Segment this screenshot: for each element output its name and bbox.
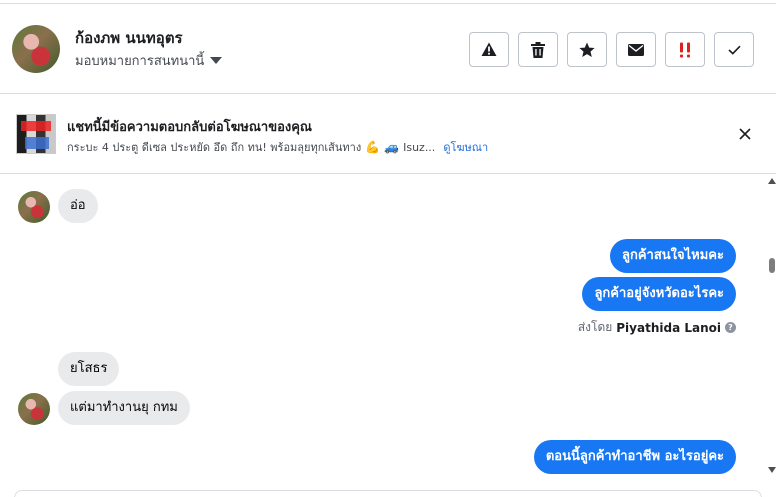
ad-description-tail: Isuz... — [403, 140, 436, 154]
message-scrollbar[interactable] — [768, 178, 776, 478]
outgoing-message[interactable]: ลูกค้าอยู่จังหวัดอะไรคะ — [582, 277, 736, 311]
ad-thumbnail[interactable] — [16, 114, 56, 154]
scroll-down-arrow-icon[interactable] — [768, 467, 776, 473]
outgoing-message[interactable]: ลูกค้าสนใจไหมคะ — [610, 239, 736, 273]
caret-down-icon — [210, 57, 223, 64]
scroll-thumb[interactable] — [769, 258, 775, 273]
conversation-actions — [469, 32, 754, 67]
scroll-up-arrow-icon[interactable] — [768, 178, 776, 184]
close-icon — [739, 128, 751, 140]
incoming-message[interactable]: ยโสธร — [58, 352, 120, 386]
help-icon[interactable]: ? — [725, 322, 736, 333]
ad-description: กระบะ 4 ประตู ดีเซล ประหยัด อึด ถึก ทน! … — [67, 141, 362, 154]
envelope-icon — [628, 43, 644, 56]
report-spam-button[interactable] — [469, 32, 509, 67]
outgoing-message[interactable]: ตอนนี้ลูกค้าทำอาชีพ อะไรอยู่คะ — [533, 440, 736, 474]
conversation-header: ก้องภพ นนทอุตร มอบหมายการสนทนานี้ — [0, 4, 776, 94]
ad-banner-title: แชทนี้มีข้อความตอบกลับต่อโฆษณาของคุณ — [67, 120, 312, 135]
check-icon — [727, 45, 741, 55]
car-icon: 🚙 — [384, 140, 400, 154]
contact-message-avatar[interactable] — [18, 191, 50, 223]
close-banner-button[interactable] — [735, 124, 755, 144]
contact-message-avatar[interactable] — [18, 393, 50, 425]
view-ad-link[interactable]: ดูโฆษณา — [443, 138, 488, 156]
star-icon — [579, 42, 595, 57]
incoming-message[interactable]: แต่มาทำงานยุ กทม — [58, 391, 190, 425]
ad-banner-subtitle: กระบะ 4 ประตู ดีเซล ประหยัด อึด ถึก ทน! … — [67, 138, 488, 156]
incoming-message[interactable]: อ่อ — [58, 189, 98, 223]
message-composer[interactable] — [14, 490, 762, 497]
mark-unread-button[interactable] — [616, 32, 656, 67]
sent-by-agent: Piyathida Lanoi — [616, 320, 721, 335]
contact-name[interactable]: ก้องภพ นนทอุตร — [75, 26, 183, 50]
assign-conversation-dropdown[interactable]: มอบหมายการสนทนานี้ — [75, 50, 223, 71]
sent-by-prefix: ส่งโดย — [577, 320, 613, 334]
follow-up-button[interactable] — [665, 32, 705, 67]
double-exclamation-icon — [680, 42, 690, 57]
star-button[interactable] — [567, 32, 607, 67]
warning-icon — [481, 42, 497, 56]
assign-label: มอบหมายการสนทนานี้ — [75, 54, 205, 69]
contact-avatar[interactable] — [12, 25, 60, 73]
flexed-biceps-icon: 💪 — [365, 140, 381, 154]
delete-button[interactable] — [518, 32, 558, 67]
trash-icon — [531, 41, 545, 58]
sent-by-label: ส่งโดย Piyathida Lanoi ? — [578, 318, 736, 337]
mark-done-button[interactable] — [714, 32, 754, 67]
